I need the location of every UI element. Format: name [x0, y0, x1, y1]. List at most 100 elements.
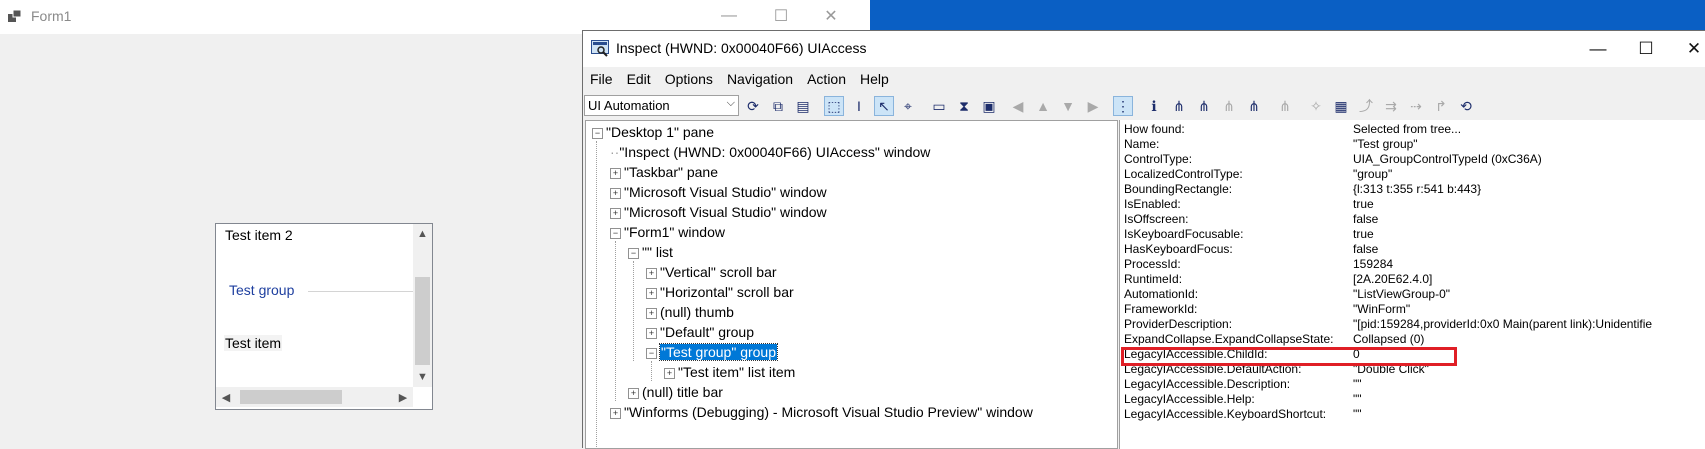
copy-icon[interactable]: ⧉	[768, 96, 788, 116]
tree-connector: ··	[610, 144, 620, 160]
app-icon	[8, 9, 22, 22]
menu-edit[interactable]: Edit	[620, 67, 658, 91]
watch-cursor-icon[interactable]: ⌖	[898, 96, 918, 116]
expand-icon[interactable]: +	[610, 188, 621, 199]
list-item-test-item-2[interactable]: Test item 2	[225, 227, 293, 243]
list-view[interactable]: Test item 2 Test group Test item ▲ ▼ ◀ ▶	[215, 223, 433, 410]
tree-item-winforms-debugging[interactable]: + "Winforms (Debugging) - Microsoft Visua…	[610, 402, 1033, 422]
form1-titlebar[interactable]: Form1 — ☐ ✕	[0, 0, 870, 34]
expand-icon[interactable]: +	[646, 308, 657, 319]
horizontal-scrollbar[interactable]: ◀ ▶	[216, 387, 413, 407]
element-tree[interactable]: − "Desktop 1" pane ··"Inspect (HWND: 0x00…	[585, 120, 1118, 449]
vertical-scrollbar[interactable]: ▲ ▼	[413, 224, 432, 387]
collapse-icon[interactable]: −	[610, 228, 621, 239]
chevron-down-icon: ⌵	[726, 97, 735, 109]
wand-icon[interactable]: ✧	[1306, 96, 1326, 116]
scroll-down-icon[interactable]: ▼	[413, 367, 432, 387]
tree-item-thumb[interactable]: + (null) thumb	[646, 302, 734, 322]
refresh-tree-icon[interactable]: ⟲	[1456, 96, 1476, 116]
menu-options[interactable]: Options	[658, 67, 720, 91]
menu-bar: File Edit Options Navigation Action Help	[583, 67, 1705, 91]
maximize-button[interactable]: ☐	[758, 0, 804, 32]
tree-icon[interactable]: ⋮	[1113, 96, 1133, 116]
inspect-title: Inspect (HWND: 0x00040F66) UIAccess	[616, 40, 867, 56]
tree-item-list[interactable]: − "" list	[628, 242, 673, 262]
tree-item-desktop[interactable]: − "Desktop 1" pane	[592, 122, 714, 142]
tree-item-taskbar[interactable]: + "Taskbar" pane	[610, 162, 718, 182]
menu-file[interactable]: File	[583, 67, 620, 91]
scroll-right-icon[interactable]: ▶	[393, 387, 413, 407]
tree-item-form1[interactable]: − "Form1" window	[610, 222, 725, 242]
horizontal-scroll-thumb[interactable]	[240, 390, 342, 404]
group-divider	[308, 291, 426, 292]
grid-icon[interactable]: ▦	[1331, 96, 1351, 116]
nav-up-icon[interactable]: ▲	[1033, 96, 1053, 116]
scroll-up-icon[interactable]: ▲	[413, 224, 432, 244]
minimize-button[interactable]: —	[706, 0, 752, 32]
expand-icon[interactable]: +	[610, 408, 621, 419]
highlight-rectangle-icon[interactable]: ⬚	[824, 96, 844, 116]
step-over-icon[interactable]: ⇉	[1381, 96, 1401, 116]
tree-item-inspect-window[interactable]: ··"Inspect (HWND: 0x00040F66) UIAccess" …	[610, 142, 930, 162]
refresh-icon[interactable]: ⟳	[743, 96, 763, 116]
menu-navigation[interactable]: Navigation	[720, 67, 800, 91]
tree-item-test-item[interactable]: + "Test item" list item	[664, 362, 795, 382]
list-item-test-item[interactable]: Test item	[224, 335, 283, 351]
window-icon[interactable]: ▭	[929, 96, 949, 116]
scroll-left-icon[interactable]: ◀	[216, 387, 236, 407]
expand-icon[interactable]: +	[628, 388, 639, 399]
tree-item-default-group[interactable]: + "Default" group	[646, 322, 754, 342]
tree-item-visual-studio-2[interactable]: + "Microsoft Visual Studio" window	[610, 202, 827, 222]
prev-sibling-icon[interactable]: ⋔	[1244, 96, 1264, 116]
tree-item-horizontal-scrollbar[interactable]: + "Horizontal" scroll bar	[646, 282, 794, 302]
expand-icon[interactable]: +	[664, 368, 675, 379]
next-sibling-icon[interactable]: ⋔	[1219, 96, 1239, 116]
menu-help[interactable]: Help	[853, 67, 896, 91]
nav-down-icon[interactable]: ▼	[1058, 96, 1078, 116]
inspect-maximize-button[interactable]: ☐	[1623, 31, 1669, 67]
first-child-icon[interactable]: ⋔	[1194, 96, 1214, 116]
tree-item-vertical-scrollbar[interactable]: + "Vertical" scroll bar	[646, 262, 777, 282]
close-icon: ✕	[824, 8, 838, 25]
vertical-scroll-thumb[interactable]	[415, 277, 430, 365]
properties-panel[interactable]: How found: Selected from tree... Name: "Te…	[1119, 120, 1705, 449]
menu-action[interactable]: Action	[800, 67, 853, 91]
minimize-icon: —	[1589, 39, 1607, 58]
close-button[interactable]: ✕	[808, 0, 854, 32]
caret-icon[interactable]: I	[849, 96, 869, 116]
inspect-minimize-button[interactable]: —	[1575, 31, 1621, 67]
expand-icon[interactable]: +	[646, 328, 657, 339]
minimize-icon: —	[721, 7, 737, 24]
parent-icon[interactable]: ⋔	[1169, 96, 1189, 116]
list-group-header[interactable]: Test group	[229, 282, 294, 298]
mode-select[interactable]: UI Automation ⌵	[584, 95, 739, 116]
expand-icon[interactable]: +	[610, 208, 621, 219]
tree-item-title-bar[interactable]: + (null) title bar	[628, 382, 723, 402]
nav-left-icon[interactable]: ◀	[1008, 96, 1028, 116]
collapse-icon[interactable]: −	[628, 248, 639, 259]
collapse-icon[interactable]: −	[592, 128, 603, 139]
tree-connector	[596, 141, 597, 448]
tree-item-visual-studio-1[interactable]: + "Microsoft Visual Studio" window	[610, 182, 827, 202]
expand-icon[interactable]: +	[646, 268, 657, 279]
copy-tree-icon[interactable]: ▤	[793, 96, 813, 116]
inspect-close-button[interactable]: ✕	[1671, 31, 1705, 67]
step-into-icon[interactable]: ↱	[1431, 96, 1451, 116]
pointer-icon[interactable]: ↖	[874, 96, 894, 116]
toolbar: UI Automation ⌵ ⟳ ⧉ ▤ ⬚ I ↖ ⌖ ▭ ⧗ ▣ ◀ ▲ …	[583, 93, 1705, 119]
step-next-icon[interactable]: ⇢	[1406, 96, 1426, 116]
tree-connector	[615, 241, 616, 401]
info-icon[interactable]: ℹ	[1144, 96, 1164, 116]
inspect-titlebar[interactable]: Inspect (HWND: 0x00040F66) UIAccess — ☐ …	[583, 31, 1705, 67]
expand-icon[interactable]: +	[646, 288, 657, 299]
hourglass-icon[interactable]: ⧗	[954, 96, 974, 116]
highlight-box	[1121, 347, 1457, 366]
options-icon[interactable]: ▣	[979, 96, 999, 116]
last-child-icon[interactable]: ⋔	[1275, 96, 1295, 116]
tree-item-test-group[interactable]: − "Test group" group	[646, 342, 779, 362]
tree-connector	[651, 361, 652, 381]
collapse-icon[interactable]: −	[646, 348, 657, 359]
step-icon[interactable]: ⤴	[1356, 96, 1376, 116]
nav-right-icon[interactable]: ▶	[1083, 96, 1103, 116]
expand-icon[interactable]: +	[610, 168, 621, 179]
